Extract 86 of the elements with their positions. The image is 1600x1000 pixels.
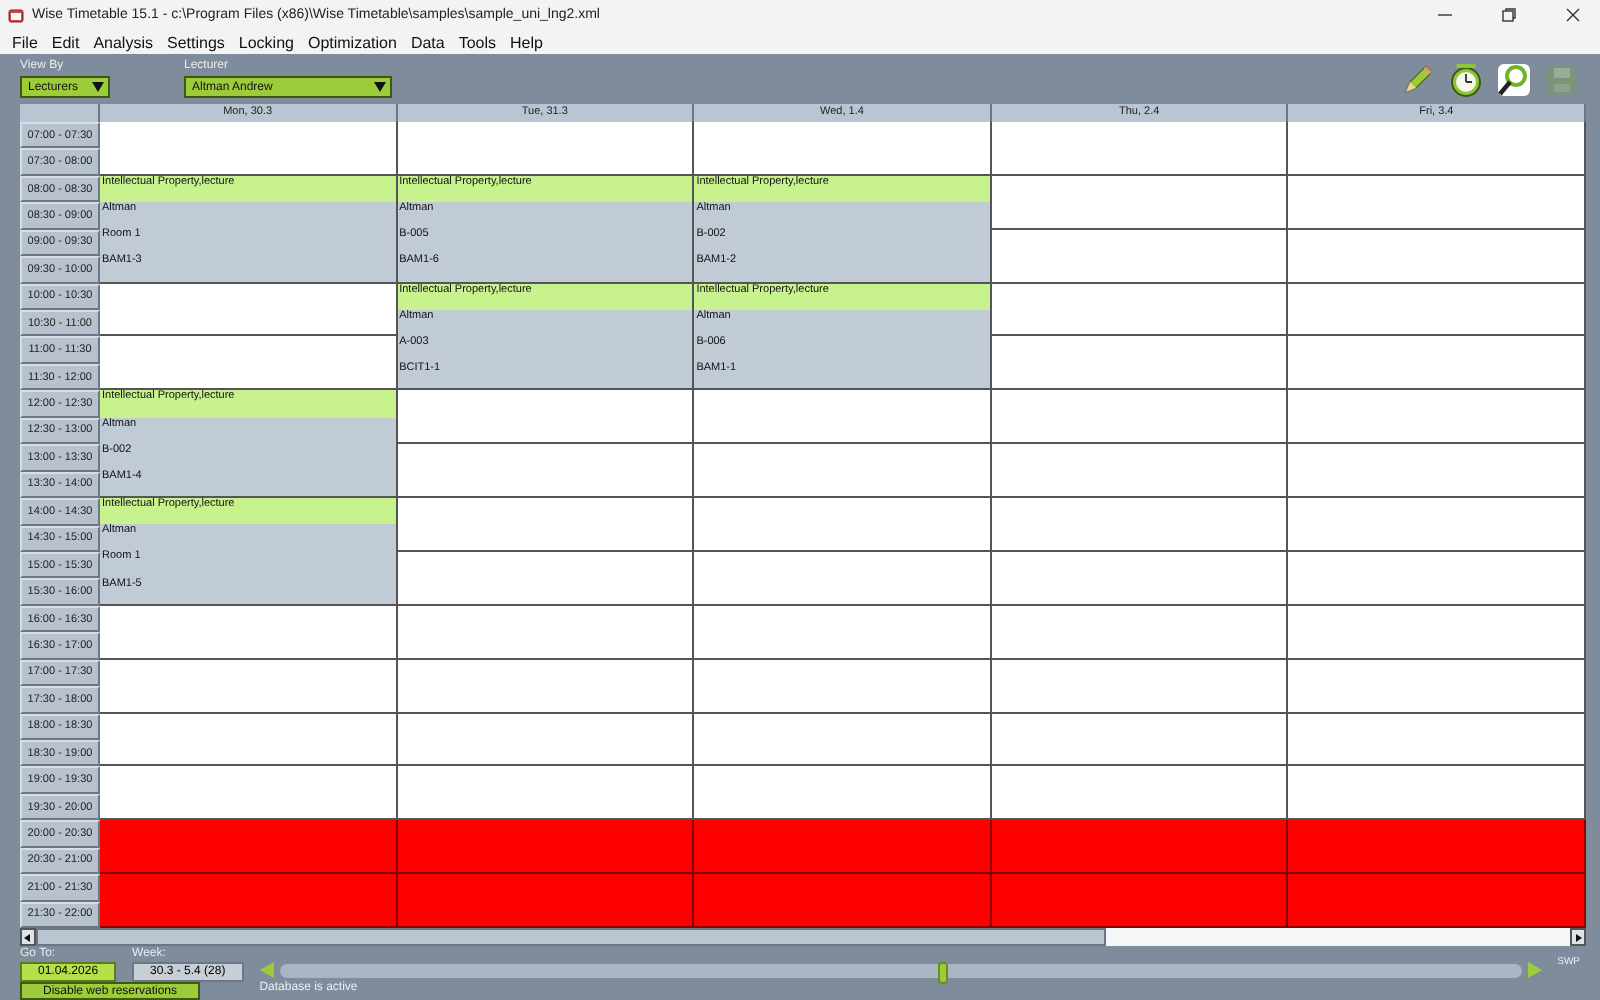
timetable-cell[interactable] xyxy=(991,713,1289,767)
timetable-cell[interactable] xyxy=(991,390,1289,445)
timetable-cell[interactable] xyxy=(1288,283,1586,337)
timetable-cell[interactable] xyxy=(694,713,992,767)
timetable-cell[interactable] xyxy=(1288,122,1586,176)
timetable-cell[interactable] xyxy=(100,336,398,391)
unavailable-cell[interactable] xyxy=(694,874,992,928)
minimize-icon[interactable] xyxy=(1437,8,1451,22)
caret-icon xyxy=(374,82,386,92)
timetable-cell[interactable] xyxy=(100,713,398,767)
timetable-cell[interactable] xyxy=(1288,551,1586,606)
week-slider-thumb[interactable] xyxy=(937,961,948,983)
timetable-cell[interactable] xyxy=(397,122,695,176)
menu-item[interactable]: Locking xyxy=(238,33,294,51)
timetable-cell[interactable] xyxy=(694,605,992,660)
timetable-cell[interactable] xyxy=(991,605,1289,660)
unavailable-cell[interactable] xyxy=(100,820,398,875)
app-icon xyxy=(8,7,24,23)
clock-icon[interactable] xyxy=(1448,62,1484,98)
timetable-cell[interactable] xyxy=(1288,336,1586,391)
search-icon[interactable] xyxy=(1496,62,1532,98)
timetable-cell[interactable] xyxy=(100,122,398,176)
unavailable-cell[interactable] xyxy=(1288,874,1586,928)
timetable-cell[interactable] xyxy=(694,551,992,606)
timetable-cell[interactable] xyxy=(694,766,992,821)
timetable-cell[interactable] xyxy=(991,659,1289,714)
restore-icon[interactable] xyxy=(1501,8,1515,22)
timetable-cell[interactable] xyxy=(100,659,398,714)
close-icon[interactable] xyxy=(1565,8,1579,22)
menu-item[interactable]: Help xyxy=(510,33,543,51)
timetable-cell[interactable] xyxy=(1288,175,1586,230)
timetable-cell[interactable] xyxy=(694,122,992,176)
menu-item[interactable]: Optimization xyxy=(307,33,397,51)
unavailable-cell[interactable] xyxy=(991,874,1289,928)
unavailable-cell[interactable] xyxy=(694,820,992,875)
right-arrow-icon xyxy=(1574,933,1582,941)
timetable-cell[interactable] xyxy=(397,713,695,767)
left-arrow-icon xyxy=(24,933,32,941)
timetable-cell[interactable] xyxy=(100,283,398,337)
timetable-cell[interactable] xyxy=(1288,713,1586,767)
timetable-cell[interactable] xyxy=(100,766,398,821)
timetable-cell[interactable] xyxy=(694,444,992,499)
timetable-cell[interactable] xyxy=(694,390,992,445)
timetable-cell[interactable] xyxy=(397,766,695,821)
timetable-cell[interactable] xyxy=(100,605,398,660)
timetable-cell[interactable] xyxy=(694,659,992,714)
timetable-cell[interactable] xyxy=(1288,390,1586,445)
timetable-cell[interactable] xyxy=(991,551,1289,606)
unavailable-cell[interactable] xyxy=(1288,820,1586,875)
scroll-left-button[interactable] xyxy=(20,928,36,946)
timetable-cell[interactable] xyxy=(991,444,1289,499)
timetable-cell[interactable] xyxy=(397,659,695,714)
unavailable-cell[interactable] xyxy=(991,820,1289,875)
scroll-right-button[interactable] xyxy=(1570,928,1586,946)
timetable-cell[interactable] xyxy=(397,605,695,660)
timetable-cell[interactable] xyxy=(1288,605,1586,660)
timetable-cell[interactable] xyxy=(991,229,1289,284)
scrollbar-thumb[interactable] xyxy=(36,928,1106,946)
menu-item[interactable]: Settings xyxy=(166,33,225,51)
timetable-cell[interactable] xyxy=(991,175,1289,230)
timetable-cell[interactable] xyxy=(991,336,1289,391)
timetable-cell[interactable] xyxy=(397,390,695,445)
menu-item[interactable]: Tools xyxy=(458,33,497,51)
caret-icon xyxy=(92,82,104,92)
menu-item[interactable]: Data xyxy=(410,33,445,51)
timetable-cell[interactable] xyxy=(991,122,1289,176)
pencil-icon[interactable] xyxy=(1400,62,1436,98)
unavailable-cell[interactable] xyxy=(100,874,398,928)
timetable-cell[interactable] xyxy=(991,283,1289,337)
timetable-cell[interactable] xyxy=(1288,229,1586,284)
timetable-cell[interactable] xyxy=(1288,444,1586,499)
menu-item[interactable]: Edit xyxy=(51,33,80,51)
header-corner xyxy=(20,104,100,122)
timetable-cell[interactable] xyxy=(1288,659,1586,714)
timetable-cell[interactable] xyxy=(991,498,1289,552)
menu-item[interactable]: Analysis xyxy=(93,33,153,51)
unavailable-cell[interactable] xyxy=(397,874,695,928)
timetable-cell[interactable] xyxy=(991,766,1289,821)
timetable-cell[interactable] xyxy=(397,498,695,552)
timetable-cell[interactable] xyxy=(1288,498,1586,552)
timetable-cell[interactable] xyxy=(397,444,695,499)
unavailable-cell[interactable] xyxy=(397,820,695,875)
timetable-cell[interactable] xyxy=(694,498,992,552)
menu-item[interactable]: File xyxy=(12,33,38,51)
timetable-cell[interactable] xyxy=(1288,766,1586,821)
timetable-cell[interactable] xyxy=(397,551,695,606)
